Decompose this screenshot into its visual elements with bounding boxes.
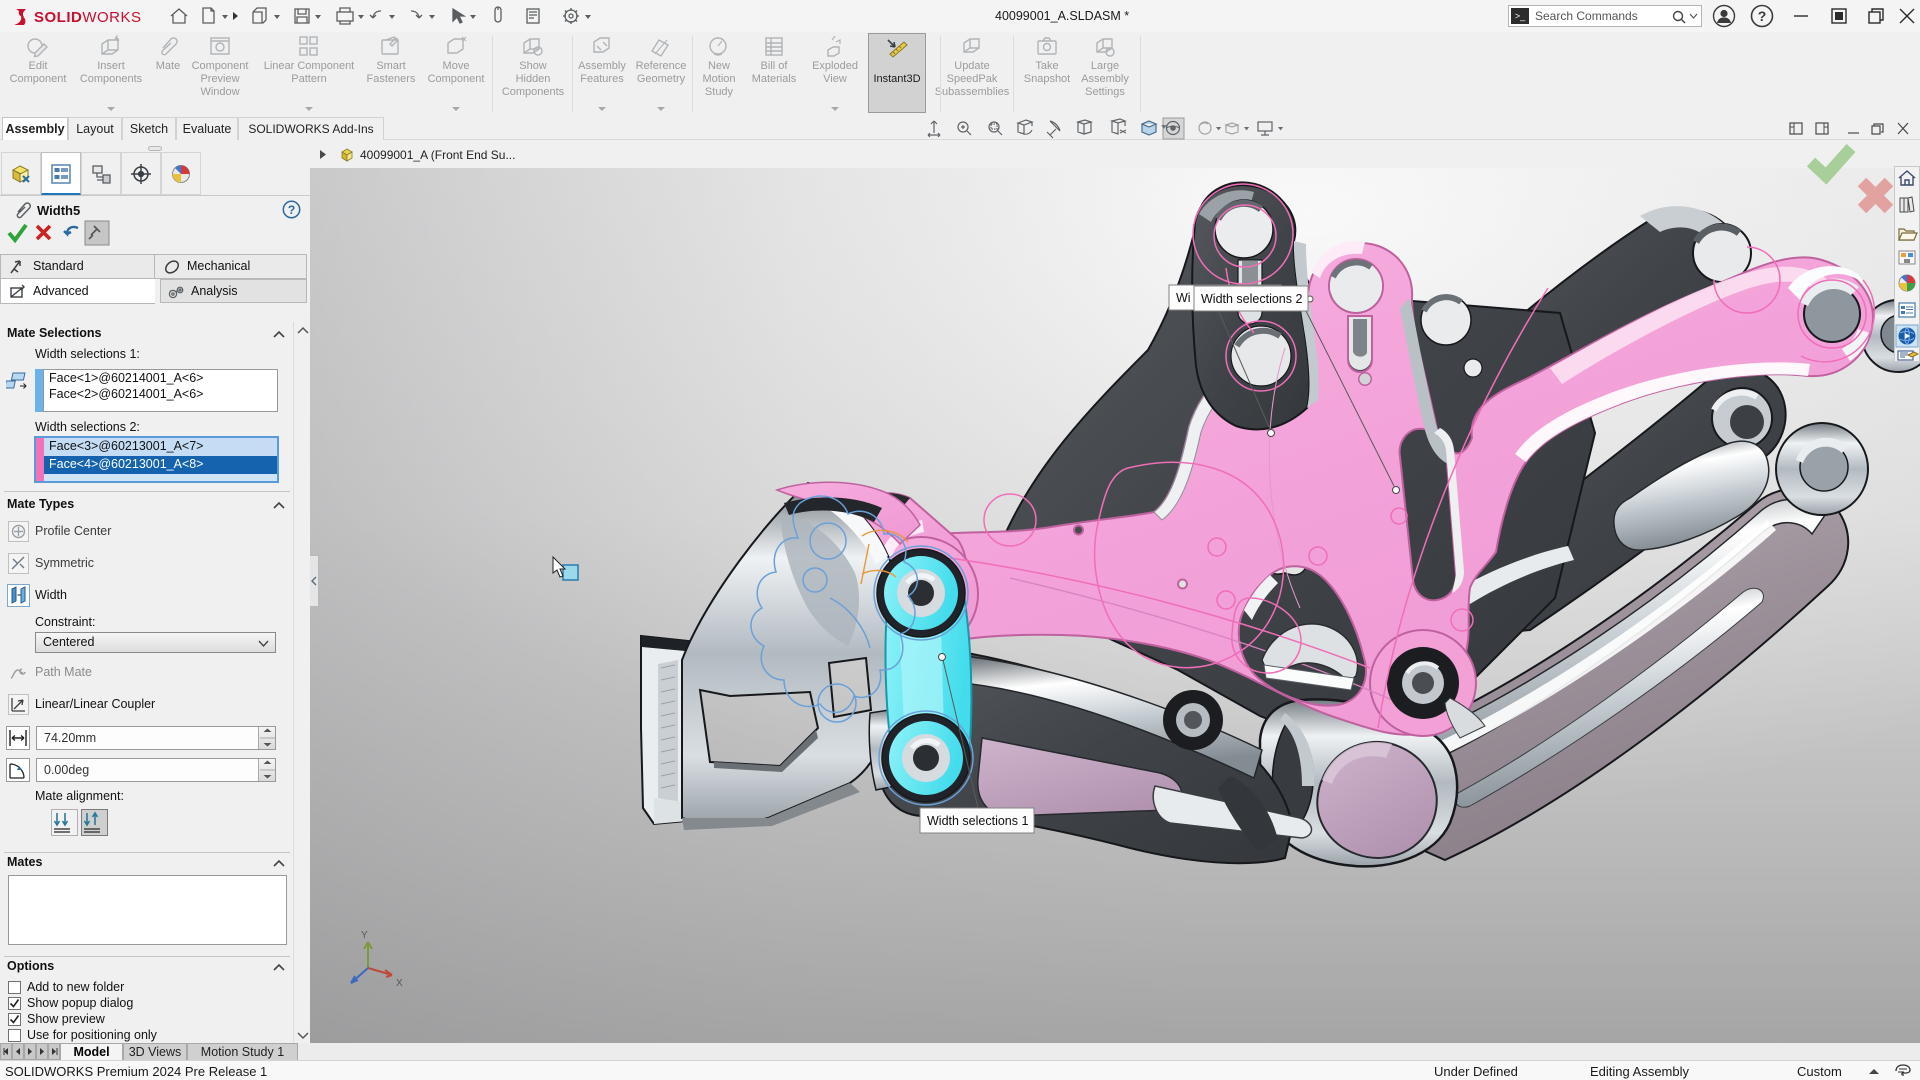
svg-text:?: ? <box>1758 8 1767 24</box>
svg-text:Width selections 1: Width selections 1 <box>927 814 1028 828</box>
svg-text:Wi: Wi <box>1176 291 1191 305</box>
svg-text:Y: Y <box>361 930 368 941</box>
svg-text:Width selections 2: Width selections 2 <box>1201 292 1302 306</box>
svg-text:X: X <box>396 978 403 989</box>
svg-text:SOLIDWORKS: SOLIDWORKS <box>34 9 142 26</box>
svg-text:?: ? <box>288 203 295 217</box>
